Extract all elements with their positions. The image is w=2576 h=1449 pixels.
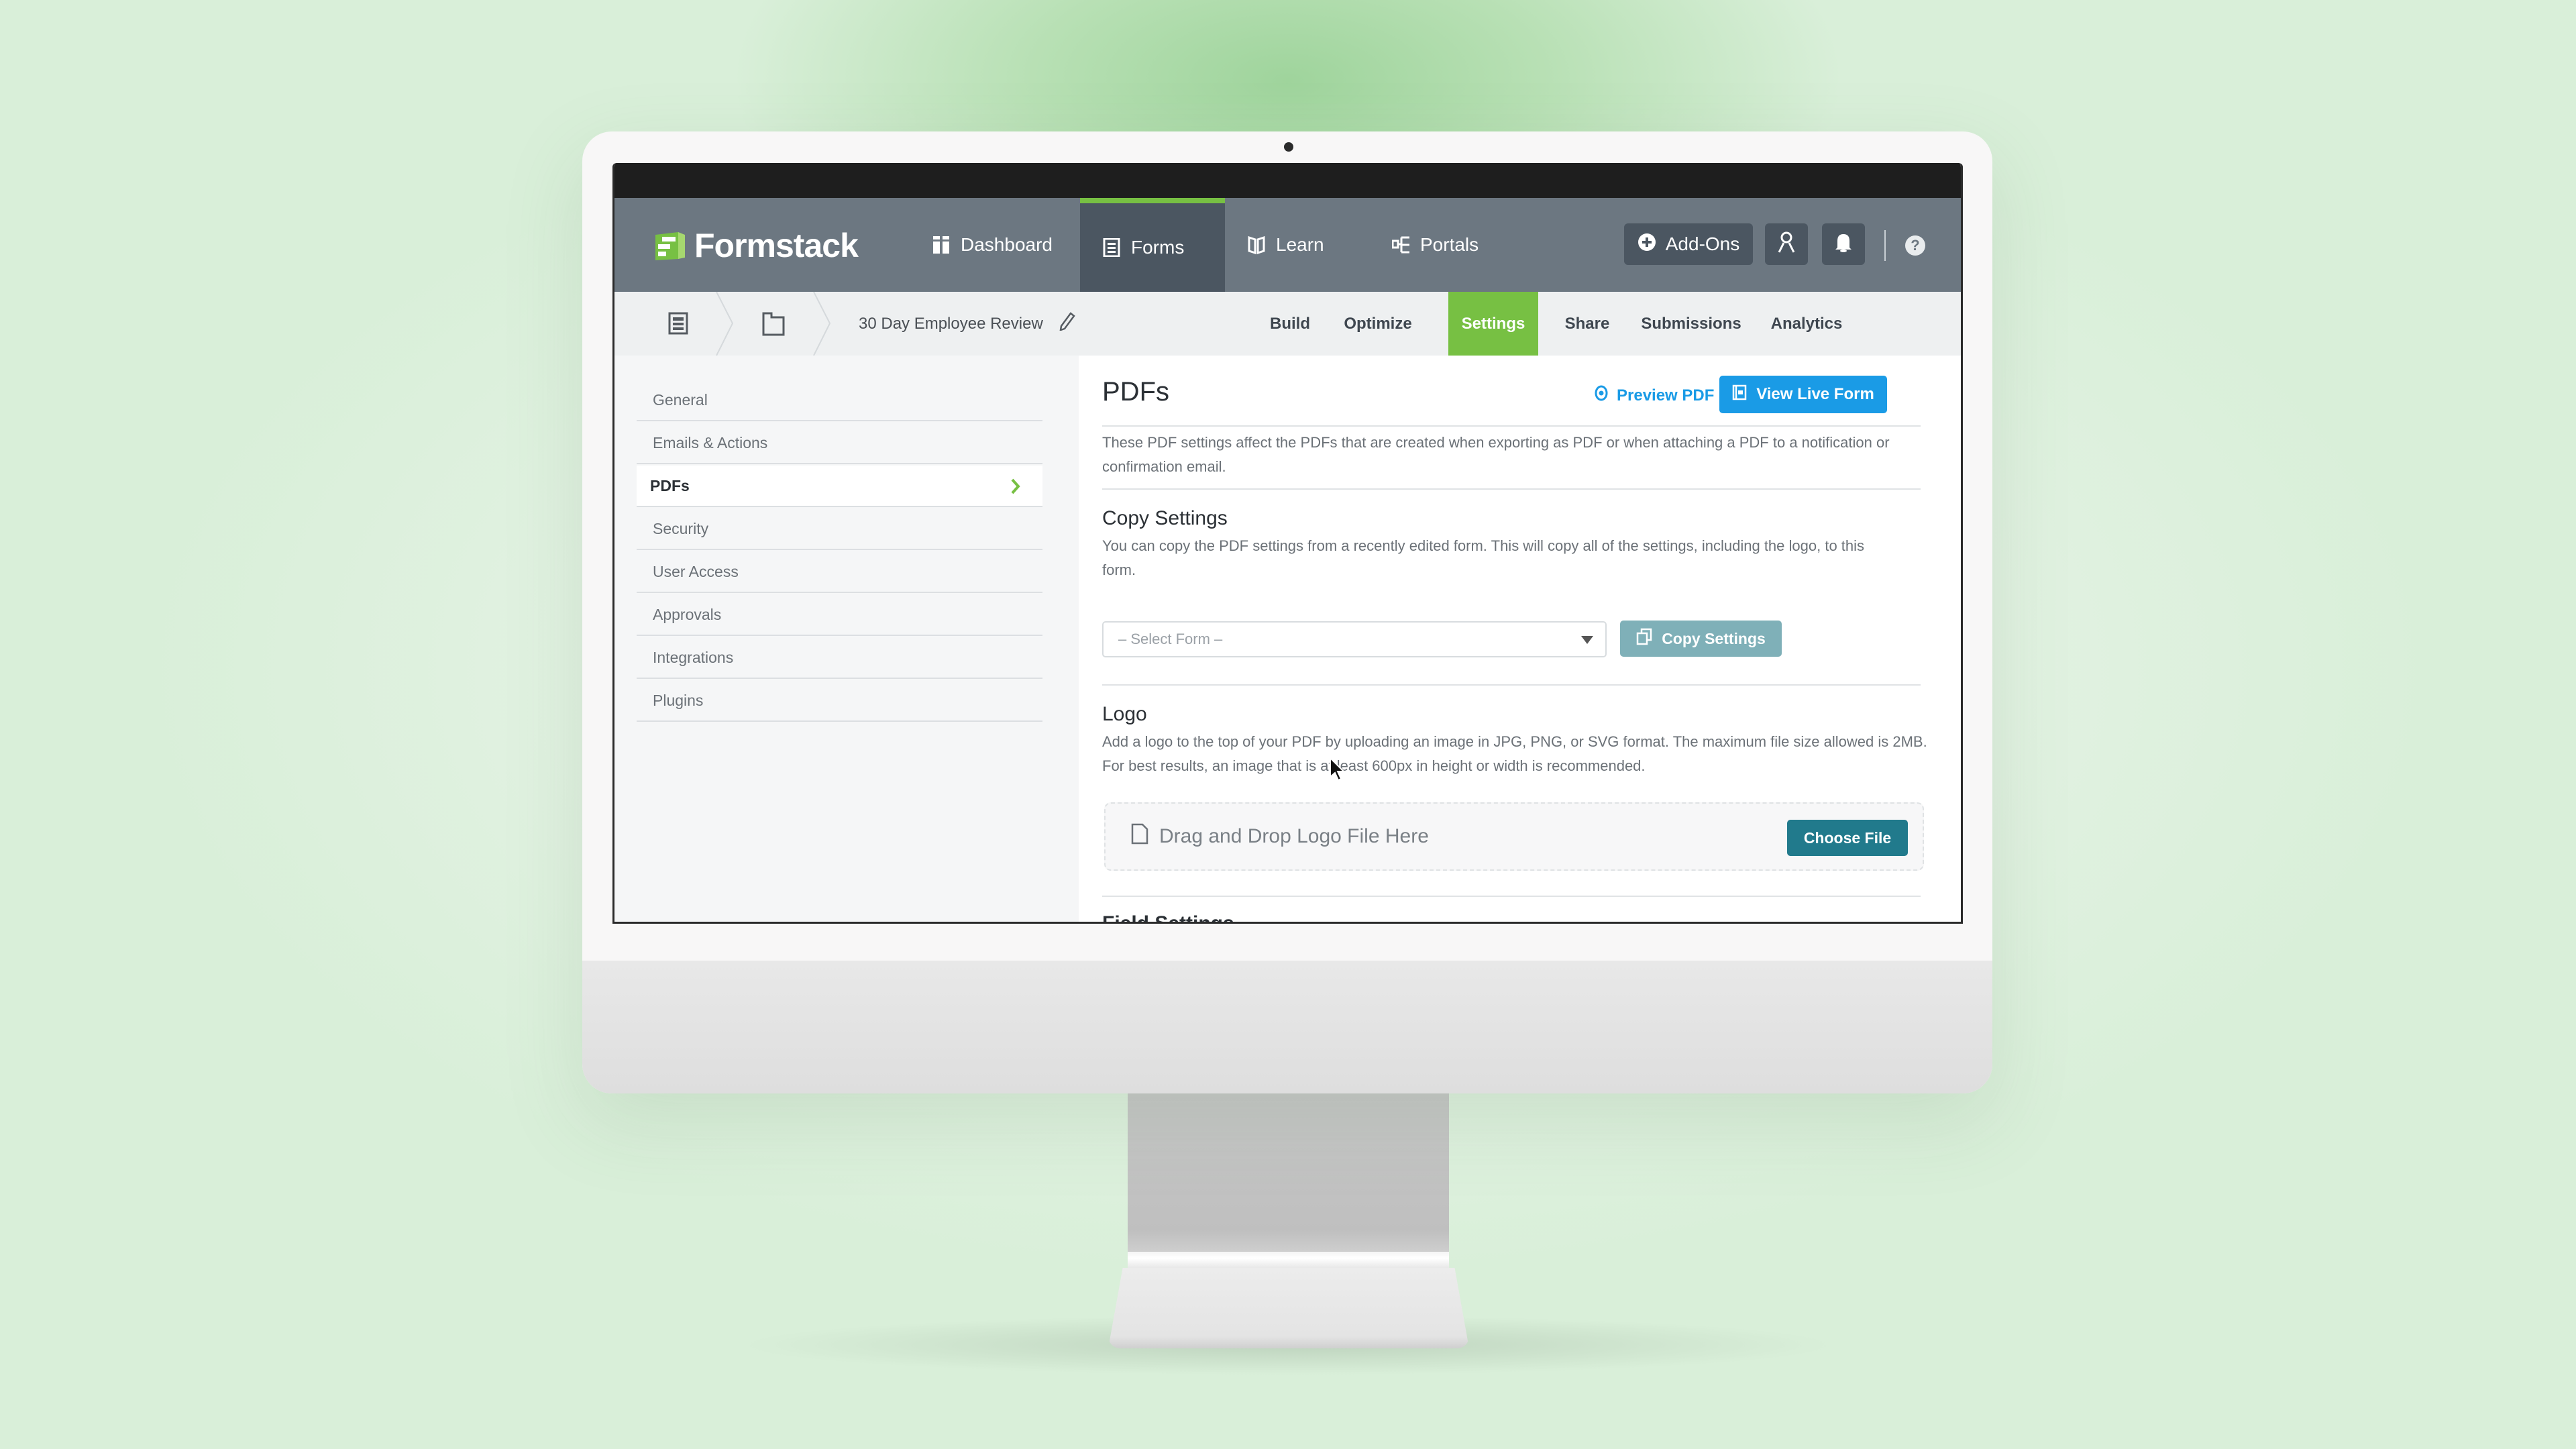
chevron-right-icon [1010, 478, 1021, 499]
formstack-logo-icon [653, 229, 688, 262]
sidebar-item-general[interactable]: General [637, 380, 1042, 421]
logo-heading: Logo [1102, 703, 1147, 725]
tab-optimize[interactable]: Optimize [1334, 292, 1421, 356]
sidebar-item-pdfs[interactable]: PDFs [637, 466, 1042, 507]
logo-dropzone[interactable]: Drag and Drop Logo File Here Choose File [1104, 802, 1924, 871]
nav-label: Dashboard [961, 234, 1053, 255]
form-name-breadcrumb: 30 Day Employee Review [859, 292, 1075, 356]
monitor-stand-neck [1128, 1093, 1449, 1254]
sidebar-item-emails-actions[interactable]: Emails & Actions [637, 423, 1042, 464]
forms-icon [1103, 237, 1120, 258]
tab-analytics[interactable]: Analytics [1763, 292, 1850, 356]
edit-pencil-icon[interactable] [1059, 312, 1075, 335]
help-icon[interactable]: ? [1905, 235, 1925, 256]
tab-build[interactable]: Build [1260, 292, 1320, 356]
folder-icon[interactable] [762, 312, 785, 339]
intro-text: These PDF settings affect the PDFs that … [1102, 434, 1890, 475]
camera-dot [1284, 142, 1293, 152]
copy-icon [1636, 628, 1652, 649]
formstack-logo[interactable]: Formstack [653, 226, 859, 265]
divider [1102, 896, 1921, 897]
file-icon [1131, 823, 1148, 850]
breadcrumb-separator [716, 292, 734, 356]
breadcrumb-separator [813, 292, 831, 356]
settings-sidebar: General Emails & Actions PDFs Security U… [614, 356, 1079, 922]
user-icon [1778, 231, 1795, 258]
add-ons-label: Add-Ons [1665, 233, 1740, 254]
nav-dashboard[interactable]: Dashboard [910, 198, 1075, 292]
preview-pdf-link[interactable]: Preview PDF [1594, 385, 1714, 406]
nav-learn[interactable]: Learn [1225, 198, 1347, 292]
copy-settings-button[interactable]: Copy Settings [1620, 621, 1782, 657]
nav-label: Forms [1131, 237, 1185, 258]
monitor-stand-base [1108, 1268, 1469, 1348]
dashboard-icon [932, 235, 950, 254]
sidebar-item-security[interactable]: Security [637, 508, 1042, 550]
logo-description: Add a logo to the top of your PDF by upl… [1102, 733, 1927, 774]
view-live-form-button[interactable]: View Live Form [1719, 376, 1887, 413]
caret-down-icon [1581, 636, 1593, 644]
monitor-stand-highlight [1128, 1252, 1449, 1268]
sidebar-item-plugins[interactable]: Plugins [637, 680, 1042, 722]
pdf-settings-panel: PDFs Preview PDF View Live Form These PD… [1079, 356, 1961, 924]
book-icon [1248, 235, 1265, 255]
monitor-chin [582, 961, 1992, 1093]
field-settings-heading: Field Settings [1102, 912, 1234, 924]
app-header: Formstack Dashboard Forms Learn Portals [614, 198, 1961, 292]
select-form-dropdown[interactable]: – Select Form – [1102, 621, 1607, 657]
browser-top-band [614, 163, 1961, 198]
divider [1102, 488, 1921, 490]
divider [1102, 684, 1921, 686]
tab-submissions[interactable]: Submissions [1638, 292, 1745, 356]
portals-icon [1391, 235, 1409, 254]
bell-icon [1834, 231, 1853, 258]
choose-file-button[interactable]: Choose File [1787, 820, 1908, 856]
sidebar-item-approvals[interactable]: Approvals [637, 594, 1042, 636]
tab-share[interactable]: Share [1554, 292, 1621, 356]
form-preview-icon [1732, 384, 1747, 405]
sidebar-item-user-access[interactable]: User Access [637, 551, 1042, 593]
page-title: PDFs [1102, 377, 1169, 407]
add-ons-button[interactable]: Add-Ons [1624, 223, 1753, 265]
form-subnav: 30 Day Employee Review Build Optimize Se… [614, 292, 1961, 356]
copy-settings-heading: Copy Settings [1102, 507, 1228, 529]
brand-name: Formstack [694, 227, 859, 264]
tab-settings[interactable]: Settings [1448, 292, 1538, 356]
copy-settings-description: You can copy the PDF settings from a rec… [1102, 537, 1865, 578]
eye-icon [1594, 385, 1609, 406]
mouse-cursor-icon [1330, 757, 1346, 782]
form-name: 30 Day Employee Review [859, 314, 1043, 333]
notifications-button[interactable] [1822, 223, 1865, 265]
nav-label: Portals [1420, 234, 1479, 255]
nav-portals[interactable]: Portals [1369, 198, 1501, 292]
divider [1102, 425, 1921, 427]
nav-label: Learn [1276, 234, 1324, 255]
sidebar-item-integrations[interactable]: Integrations [637, 637, 1042, 679]
dropzone-label: Drag and Drop Logo File Here [1131, 804, 1429, 869]
form-list-icon[interactable] [668, 312, 688, 338]
screen: Formstack Dashboard Forms Learn Portals [612, 163, 1963, 924]
plus-circle-icon [1638, 233, 1656, 256]
header-divider [1884, 230, 1886, 261]
account-button[interactable] [1765, 223, 1808, 265]
nav-forms[interactable]: Forms [1080, 198, 1225, 292]
